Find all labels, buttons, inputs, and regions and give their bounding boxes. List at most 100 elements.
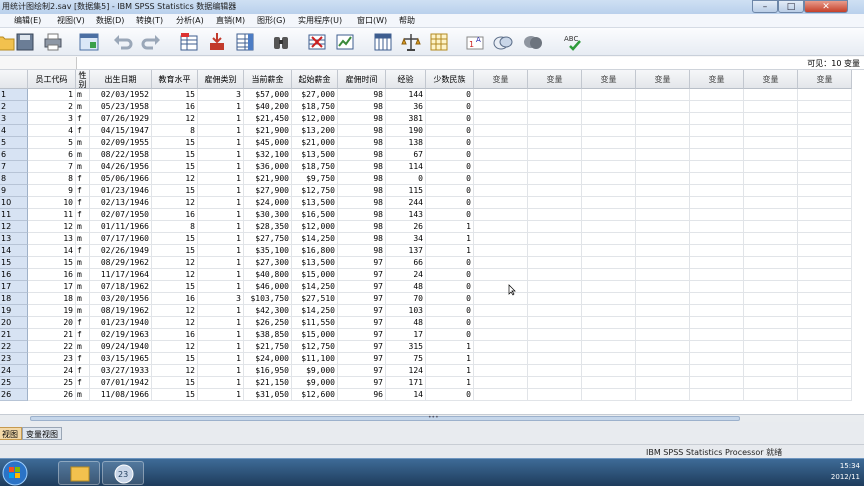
cell-job-time[interactable]: 98 — [338, 137, 386, 149]
cell-job-category[interactable]: 3 — [198, 89, 244, 101]
cell-minority[interactable]: 1 — [426, 377, 474, 389]
cell-gender[interactable]: m — [76, 269, 90, 281]
cell-job-category[interactable]: 1 — [198, 389, 244, 401]
insert-cases-icon[interactable] — [306, 31, 328, 53]
empty-cell[interactable] — [636, 257, 690, 269]
empty-cell[interactable] — [744, 269, 798, 281]
close-button[interactable]: ✕ — [804, 0, 848, 13]
empty-cell[interactable] — [798, 125, 852, 137]
empty-cell[interactable] — [582, 89, 636, 101]
row-header[interactable]: 1 — [0, 89, 28, 101]
cell-employee-id[interactable]: 4 — [28, 125, 76, 137]
empty-cell[interactable] — [528, 257, 582, 269]
cell-current-salary[interactable]: $30,300 — [244, 209, 292, 221]
empty-cell[interactable] — [744, 101, 798, 113]
cell-starting-salary[interactable]: $13,200 — [292, 125, 338, 137]
cell-employee-id[interactable]: 14 — [28, 245, 76, 257]
row-header[interactable]: 26 — [0, 389, 28, 401]
empty-cell[interactable] — [798, 341, 852, 353]
cell-job-category[interactable]: 1 — [198, 377, 244, 389]
cell-employee-id[interactable]: 25 — [28, 377, 76, 389]
cell-education[interactable]: 12 — [152, 317, 198, 329]
cell-current-salary[interactable]: $42,300 — [244, 305, 292, 317]
cell-job-time[interactable]: 98 — [338, 161, 386, 173]
empty-cell[interactable] — [474, 125, 528, 137]
cell-job-time[interactable]: 98 — [338, 173, 386, 185]
empty-cell[interactable] — [636, 389, 690, 401]
cell-birth-date[interactable]: 09/24/1940 — [90, 341, 152, 353]
empty-cell[interactable] — [582, 281, 636, 293]
menu-help[interactable]: 帮助 — [399, 15, 415, 26]
cell-starting-salary[interactable]: $16,500 — [292, 209, 338, 221]
empty-cell[interactable] — [474, 353, 528, 365]
cell-job-category[interactable]: 1 — [198, 161, 244, 173]
cell-birth-date[interactable]: 03/15/1965 — [90, 353, 152, 365]
cell-education[interactable]: 12 — [152, 257, 198, 269]
cell-gender[interactable]: f — [76, 173, 90, 185]
empty-cell[interactable] — [798, 89, 852, 101]
empty-cell[interactable] — [528, 221, 582, 233]
cell-employee-id[interactable]: 20 — [28, 317, 76, 329]
cell-experience[interactable]: 26 — [386, 221, 426, 233]
cell-education[interactable]: 15 — [152, 233, 198, 245]
empty-cell[interactable] — [582, 209, 636, 221]
cell-education[interactable]: 16 — [152, 293, 198, 305]
show-all-variables-icon[interactable] — [522, 31, 544, 53]
cell-current-salary[interactable]: $46,000 — [244, 281, 292, 293]
empty-cell[interactable] — [636, 365, 690, 377]
empty-cell[interactable] — [582, 257, 636, 269]
column-header-minority[interactable]: 少数民族 — [426, 70, 474, 89]
cell-gender[interactable]: f — [76, 209, 90, 221]
empty-cell[interactable] — [798, 197, 852, 209]
cell-experience[interactable]: 137 — [386, 245, 426, 257]
cell-job-time[interactable]: 97 — [338, 353, 386, 365]
cell-employee-id[interactable]: 9 — [28, 185, 76, 197]
cell-minority[interactable]: 0 — [426, 305, 474, 317]
cell-starting-salary[interactable]: $9,750 — [292, 173, 338, 185]
cell-education[interactable]: 16 — [152, 101, 198, 113]
cell-starting-salary[interactable]: $27,510 — [292, 293, 338, 305]
cell-starting-salary[interactable]: $12,600 — [292, 389, 338, 401]
select-cases-icon[interactable] — [428, 31, 450, 53]
empty-cell[interactable] — [582, 377, 636, 389]
cell-employee-id[interactable]: 22 — [28, 341, 76, 353]
cell-job-time[interactable]: 98 — [338, 113, 386, 125]
empty-cell[interactable] — [636, 233, 690, 245]
empty-cell[interactable] — [528, 341, 582, 353]
cell-employee-id[interactable]: 11 — [28, 209, 76, 221]
cell-starting-salary[interactable]: $14,250 — [292, 233, 338, 245]
grid-corner[interactable] — [0, 70, 28, 89]
empty-cell[interactable] — [474, 101, 528, 113]
cell-experience[interactable]: 75 — [386, 353, 426, 365]
cell-job-time[interactable]: 96 — [338, 389, 386, 401]
cell-experience[interactable]: 14 — [386, 389, 426, 401]
cell-education[interactable]: 15 — [152, 377, 198, 389]
cell-current-salary[interactable]: $35,100 — [244, 245, 292, 257]
cell-education[interactable]: 12 — [152, 269, 198, 281]
cell-employee-id[interactable]: 24 — [28, 365, 76, 377]
empty-cell[interactable] — [636, 113, 690, 125]
cell-birth-date[interactable]: 07/18/1962 — [90, 281, 152, 293]
cell-job-time[interactable]: 98 — [338, 89, 386, 101]
cell-job-category[interactable]: 1 — [198, 197, 244, 209]
cell-minority[interactable]: 0 — [426, 173, 474, 185]
cell-job-time[interactable]: 97 — [338, 281, 386, 293]
empty-cell[interactable] — [582, 329, 636, 341]
empty-cell[interactable] — [744, 377, 798, 389]
cell-education[interactable]: 12 — [152, 113, 198, 125]
cell-experience[interactable]: 124 — [386, 365, 426, 377]
empty-cell[interactable] — [528, 245, 582, 257]
cell-gender[interactable]: f — [76, 329, 90, 341]
cell-current-salary[interactable]: $36,000 — [244, 161, 292, 173]
cell-current-salary[interactable]: $40,200 — [244, 101, 292, 113]
cell-gender[interactable]: m — [76, 341, 90, 353]
empty-cell[interactable] — [474, 233, 528, 245]
cell-current-salary[interactable]: $103,750 — [244, 293, 292, 305]
empty-cell[interactable] — [798, 317, 852, 329]
cell-current-salary[interactable]: $31,050 — [244, 389, 292, 401]
cell-experience[interactable]: 315 — [386, 341, 426, 353]
cell-job-category[interactable]: 1 — [198, 101, 244, 113]
row-header[interactable]: 23 — [0, 353, 28, 365]
empty-cell[interactable] — [798, 173, 852, 185]
empty-cell[interactable] — [582, 389, 636, 401]
